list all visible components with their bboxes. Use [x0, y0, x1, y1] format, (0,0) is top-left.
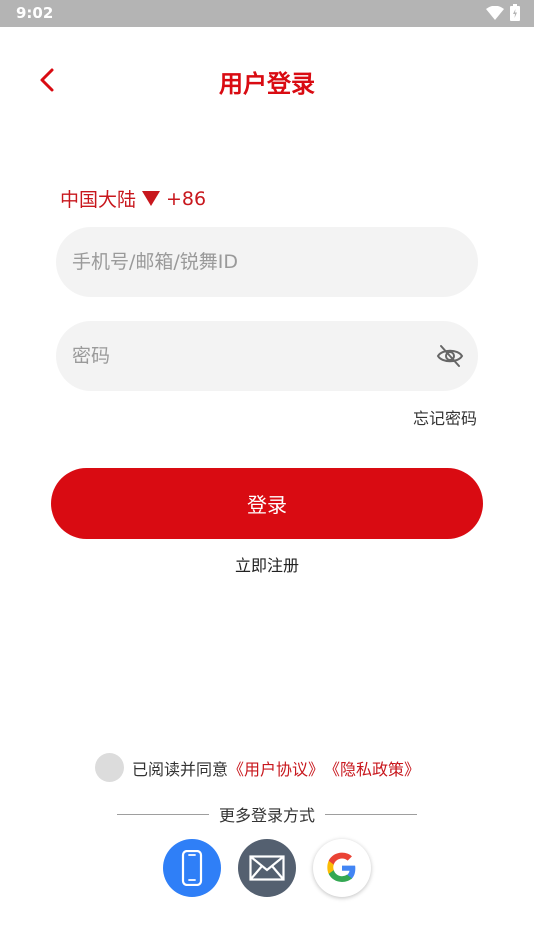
wifi-icon — [486, 5, 504, 20]
agreement-row: 已阅读并同意 《用户协议》 《隐私政策》 — [95, 753, 420, 782]
mail-icon — [249, 855, 285, 881]
password-field[interactable] — [56, 321, 478, 391]
status-time: 9:02 — [16, 4, 54, 22]
google-login-button[interactable] — [313, 839, 371, 897]
register-row: 立即注册 — [0, 552, 534, 576]
social-login-row — [0, 839, 534, 897]
region-label: 中国大陆 — [60, 189, 137, 211]
page-title: 用户登录 — [219, 70, 315, 98]
status-icons — [486, 4, 520, 21]
register-link[interactable]: 立即注册 — [235, 556, 299, 575]
email-login-button[interactable] — [238, 839, 296, 897]
eye-off-icon[interactable] — [436, 342, 464, 370]
agreement-prefix: 已阅读并同意 — [132, 759, 229, 779]
region-selector[interactable]: 中国大陆 +86 — [60, 185, 206, 212]
more-login-divider: 更多登录方式 — [0, 802, 534, 826]
account-input[interactable] — [70, 250, 464, 274]
forgot-password-link[interactable]: 忘记密码 — [413, 405, 477, 429]
divider-line-left — [116, 813, 209, 815]
login-button[interactable]: 登录 — [51, 468, 483, 539]
battery-icon — [510, 4, 520, 21]
phone-login-button[interactable] — [163, 839, 221, 897]
caret-down-icon — [142, 191, 161, 206]
google-icon — [327, 852, 356, 882]
more-login-title: 更多登录方式 — [218, 806, 315, 825]
password-input[interactable] — [70, 344, 436, 368]
phone-icon — [181, 850, 203, 886]
status-bar: 9:02 — [0, 0, 534, 27]
account-field[interactable] — [56, 227, 478, 297]
privacy-policy-link[interactable]: 《隐私政策》 — [324, 756, 420, 780]
country-code: +86 — [166, 187, 207, 210]
user-agreement-link[interactable]: 《用户协议》 — [228, 756, 324, 780]
agreement-checkbox[interactable] — [95, 753, 124, 782]
divider-line-right — [325, 813, 417, 815]
